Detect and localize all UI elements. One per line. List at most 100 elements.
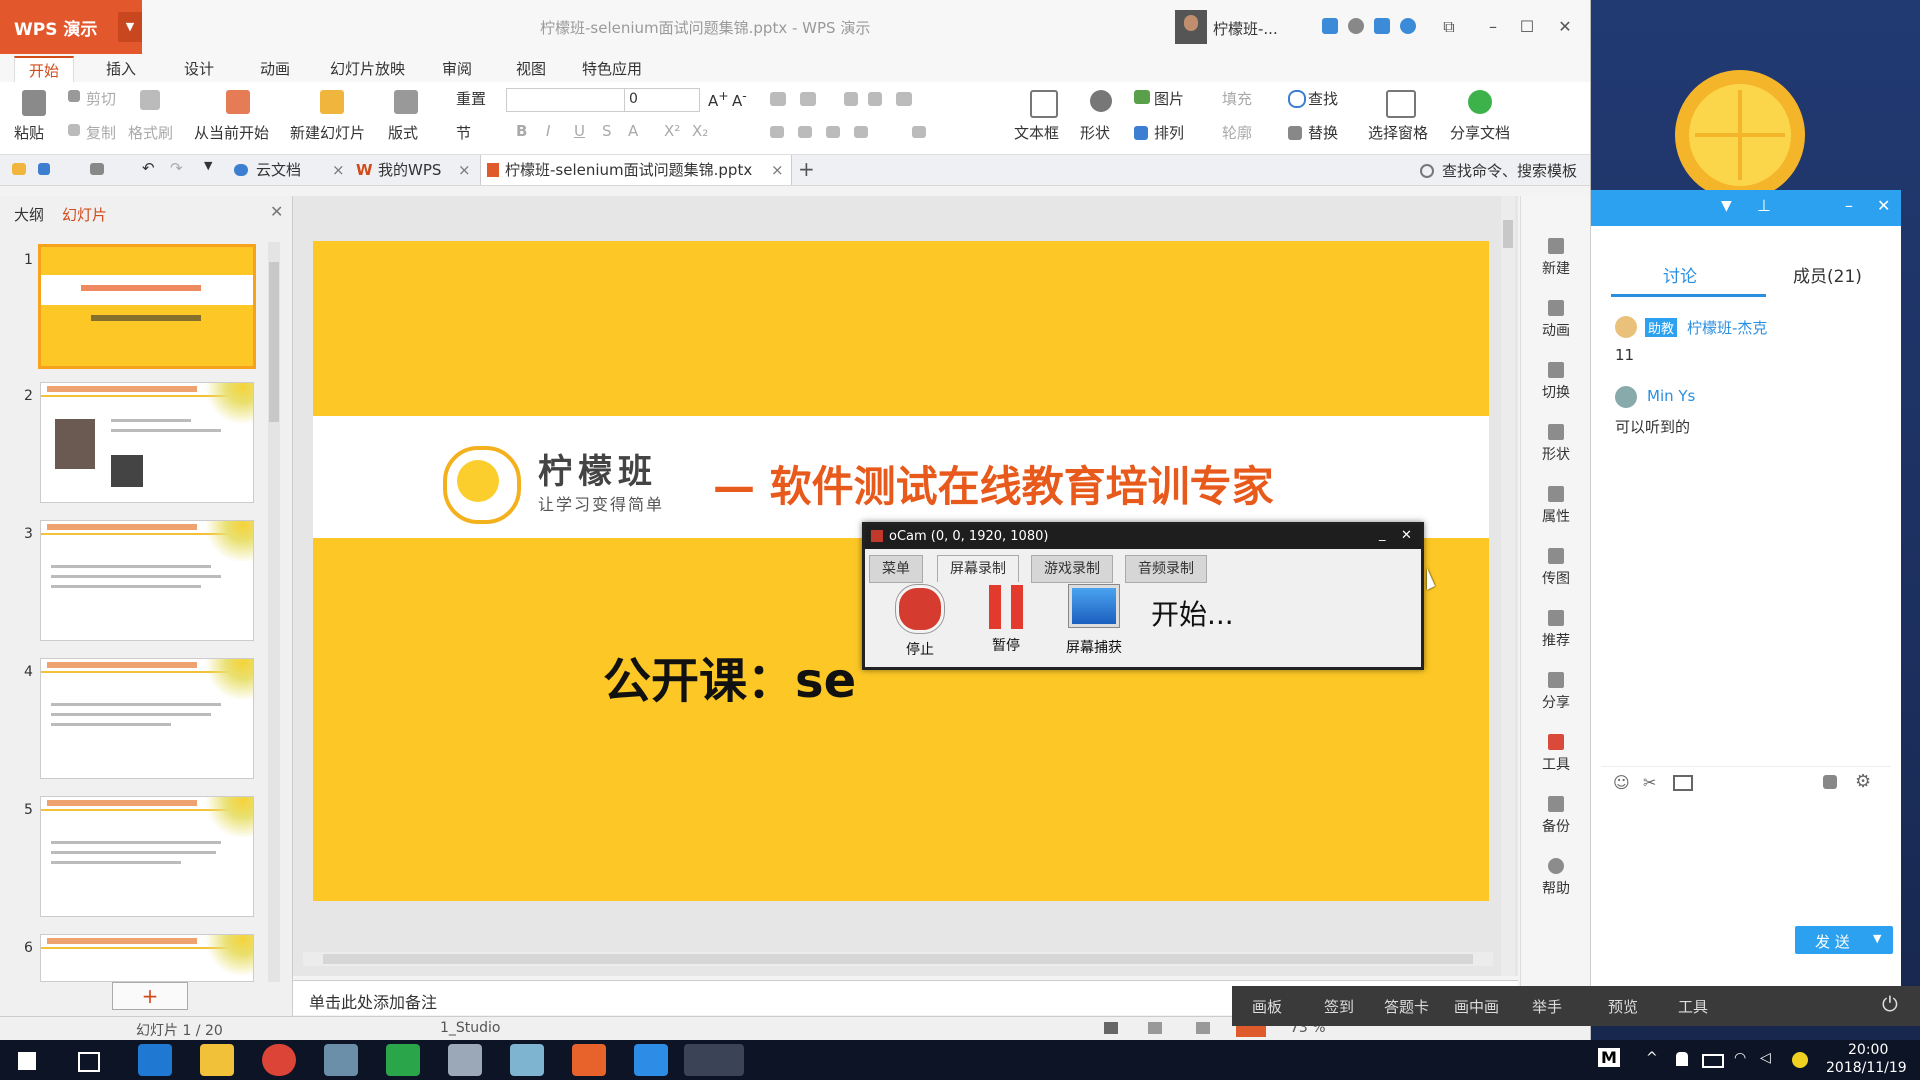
slide-thumbnail-2[interactable] — [40, 382, 254, 503]
paste-icon[interactable] — [22, 90, 46, 116]
close-button[interactable]: ✕ — [1552, 14, 1578, 40]
app-icon[interactable] — [324, 1044, 358, 1076]
tab-insert[interactable]: 插入 — [92, 56, 150, 82]
tab-view[interactable]: 视图 — [502, 56, 560, 82]
new-button[interactable]: 新建 — [1521, 238, 1590, 278]
superscript-icon[interactable]: X² — [664, 122, 680, 140]
outdent-icon[interactable] — [868, 92, 882, 106]
preview-button[interactable]: 预览 — [1608, 996, 1638, 1017]
pause-button[interactable]: 暂停 — [971, 585, 1041, 655]
maximize-button[interactable]: ☐ — [1514, 14, 1540, 40]
minimize-button[interactable]: – — [1480, 14, 1506, 40]
minimize-button[interactable]: _ — [1379, 527, 1386, 542]
from-current-button[interactable]: 从当前开始 — [194, 122, 269, 143]
skin-icon[interactable] — [1374, 18, 1390, 34]
emoji-icon[interactable]: ☺ — [1613, 773, 1630, 792]
app-icon[interactable] — [510, 1044, 544, 1076]
new-slide-button[interactable]: 新建幻灯片 — [290, 122, 365, 143]
tab-my-wps[interactable]: W 我的WPS × — [354, 155, 474, 185]
send-button[interactable]: 发 送 ▼ — [1795, 926, 1893, 954]
wps-presentation-icon[interactable] — [572, 1044, 606, 1076]
ocam-tab-audio-record[interactable]: 音频录制 — [1125, 555, 1207, 583]
wps-menu-button[interactable]: WPS 演示 ▼ — [0, 0, 142, 54]
chevron-down-icon[interactable]: ▼ — [118, 12, 142, 42]
tools-button[interactable]: 工具 — [1521, 734, 1590, 774]
clock-time[interactable]: 20:00 — [1848, 1042, 1888, 1058]
gear-icon[interactable]: ⚙ — [1855, 771, 1871, 792]
command-search[interactable]: 查找命令、搜索模板 — [1442, 160, 1577, 181]
subscript-icon[interactable]: X₂ — [692, 122, 708, 140]
battery-icon[interactable] — [1702, 1054, 1724, 1068]
save-icon[interactable] — [38, 163, 50, 175]
grow-font-icon[interactable]: A+ — [708, 88, 729, 110]
notification-icon[interactable] — [1676, 1052, 1688, 1066]
slide-thumbnail-6[interactable] — [40, 934, 254, 982]
wifi-icon[interactable]: ◠ — [1734, 1050, 1746, 1066]
justify-icon[interactable] — [854, 126, 868, 138]
ocam-tab-screen-record[interactable]: 屏幕录制 — [937, 555, 1019, 582]
tab-slideshow[interactable]: 幻灯片放映 — [316, 56, 419, 82]
settings-icon[interactable] — [1348, 18, 1364, 34]
cut-button[interactable]: 剪切 — [86, 88, 116, 109]
print-icon[interactable] — [90, 163, 104, 175]
underline-icon[interactable]: U — [574, 122, 585, 140]
power-icon[interactable]: ⏻ — [1882, 992, 1898, 1016]
horizontal-scrollbar[interactable] — [303, 952, 1493, 966]
bullets-icon[interactable] — [770, 92, 786, 106]
raise-hand-button[interactable]: 举手 — [1532, 996, 1562, 1017]
new-tab-icon[interactable]: + — [798, 157, 815, 181]
stop-button[interactable]: 停止 — [885, 585, 955, 659]
font-color-icon[interactable]: A — [628, 122, 638, 140]
arrange-button[interactable]: 排列 — [1154, 122, 1184, 143]
tab-discussion[interactable]: 讨论 — [1663, 262, 1697, 287]
chrome-icon[interactable] — [262, 1044, 296, 1076]
restore-layout-icon[interactable]: ⧉ — [1436, 14, 1462, 40]
add-slide-button[interactable]: + — [112, 982, 188, 1010]
slide-thumbnail-4[interactable] — [40, 658, 254, 779]
tab-special[interactable]: 特色应用 — [568, 56, 656, 82]
ime-indicator[interactable]: M — [1598, 1048, 1620, 1067]
tab-slides[interactable]: 幻灯片 — [62, 204, 107, 225]
users-icon[interactable] — [1823, 775, 1837, 789]
strikethrough-icon[interactable]: S — [602, 122, 612, 140]
layout-button[interactable]: 版式 — [388, 122, 418, 143]
shape-button[interactable]: 形状 — [1521, 424, 1590, 464]
minimize-icon[interactable]: – — [1845, 196, 1853, 215]
slide-sorter-icon[interactable] — [1148, 1022, 1162, 1034]
close-icon[interactable]: ✕ — [1877, 196, 1890, 215]
text-direction-icon[interactable] — [896, 92, 912, 106]
close-icon[interactable]: × — [458, 155, 471, 185]
ocam-tab-menu[interactable]: 菜单 — [869, 555, 923, 583]
find-button[interactable]: 查找 — [1308, 88, 1338, 109]
close-icon[interactable]: × — [332, 155, 345, 185]
close-button[interactable]: ✕ — [1401, 528, 1412, 543]
upload-image-button[interactable]: 传图 — [1521, 548, 1590, 588]
undo-icon[interactable]: ↶ — [142, 159, 155, 177]
font-name-select[interactable] — [506, 88, 626, 112]
slide-thumbnail-3[interactable] — [40, 520, 254, 641]
task-view-icon[interactable] — [78, 1052, 100, 1072]
slide-thumbnail-5[interactable] — [40, 796, 254, 917]
whiteboard-button[interactable]: 画板 — [1252, 996, 1282, 1017]
vertical-scrollbar[interactable] — [1501, 196, 1515, 976]
line-spacing-icon[interactable] — [912, 126, 926, 138]
tab-current-document[interactable]: 柠檬班-selenium面试问题集锦.pptx × — [480, 155, 792, 185]
open-icon[interactable] — [12, 163, 26, 175]
edge-icon[interactable] — [138, 1044, 172, 1076]
copy-button[interactable]: 复制 — [86, 122, 116, 143]
active-app-icon[interactable] — [684, 1044, 744, 1076]
app-icon[interactable] — [448, 1044, 482, 1076]
properties-button[interactable]: 属性 — [1521, 486, 1590, 526]
help-icon[interactable] — [1400, 18, 1416, 34]
picture-in-picture-button[interactable]: 画中画 — [1454, 996, 1499, 1017]
tab-animation[interactable]: 动画 — [246, 56, 304, 82]
tab-outline[interactable]: 大纲 — [14, 204, 44, 225]
chevron-down-icon[interactable]: ▼ — [204, 159, 212, 172]
align-left-icon[interactable] — [770, 126, 784, 138]
tab-cloud-docs[interactable]: 云文档 × — [232, 155, 350, 185]
numbering-icon[interactable] — [800, 92, 816, 106]
chevron-up-icon[interactable]: ^ — [1646, 1050, 1658, 1066]
section-button[interactable]: 节 — [456, 122, 471, 143]
shape-button[interactable]: 形状 — [1080, 122, 1110, 143]
tools-button[interactable]: 工具 — [1678, 996, 1708, 1017]
